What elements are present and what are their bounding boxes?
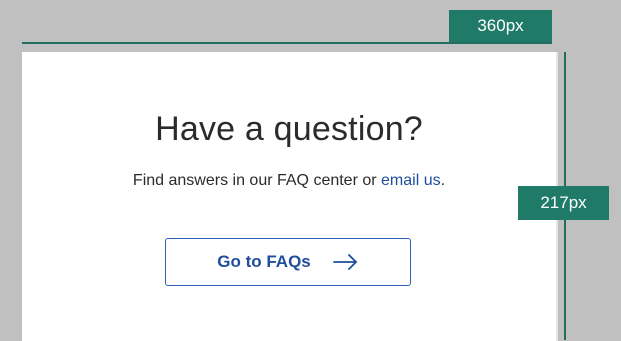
subtitle-text: Find answers in our FAQ center or: [132, 172, 382, 189]
card-title: Have a question?: [155, 110, 423, 148]
height-dimension-badge: 217px: [518, 186, 609, 220]
go-to-faqs-label: Go to FAQs: [217, 252, 311, 271]
email-us-link[interactable]: email us: [381, 172, 441, 189]
card-subtitle: Find answers in our FAQ center or email …: [22, 172, 556, 190]
arrow-right-icon: [332, 253, 359, 271]
go-to-faqs-button[interactable]: Go to FAQs: [165, 238, 411, 286]
subtitle-period: .: [440, 172, 446, 189]
width-dimension-badge: 360px: [449, 10, 552, 42]
width-dimension-line: [22, 42, 552, 44]
faq-card: Have a question? Find answers in our FAQ…: [22, 52, 558, 341]
spec-canvas: 360px Have a question? Find answers in o…: [0, 0, 621, 341]
